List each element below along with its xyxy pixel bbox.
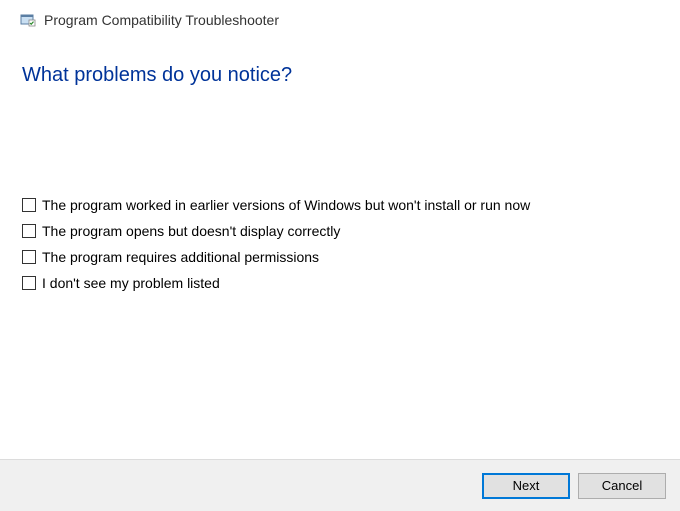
option-display-incorrect[interactable]: The program opens but doesn't display co… — [22, 223, 658, 239]
options-group: The program worked in earlier versions o… — [22, 197, 658, 291]
checkbox-icon[interactable] — [22, 250, 36, 264]
checkbox-icon[interactable] — [22, 198, 36, 212]
page-heading: What problems do you notice? — [22, 64, 658, 87]
next-button[interactable]: Next — [482, 473, 570, 499]
cancel-button[interactable]: Cancel — [578, 473, 666, 499]
wizard-header: Program Compatibility Troubleshooter — [0, 0, 680, 34]
option-label[interactable]: The program opens but doesn't display co… — [42, 223, 340, 239]
option-not-listed[interactable]: I don't see my problem listed — [22, 275, 658, 291]
wizard-title: Program Compatibility Troubleshooter — [44, 12, 279, 28]
option-label[interactable]: The program worked in earlier versions o… — [42, 197, 530, 213]
wizard-footer: Next Cancel — [0, 459, 680, 511]
checkbox-icon[interactable] — [22, 276, 36, 290]
option-label[interactable]: The program requires additional permissi… — [42, 249, 319, 265]
option-needs-permissions[interactable]: The program requires additional permissi… — [22, 249, 658, 265]
troubleshooter-icon — [20, 12, 36, 28]
option-worked-earlier[interactable]: The program worked in earlier versions o… — [22, 197, 658, 213]
option-label[interactable]: I don't see my problem listed — [42, 275, 220, 291]
checkbox-icon[interactable] — [22, 224, 36, 238]
wizard-content: What problems do you notice? The program… — [0, 34, 680, 291]
